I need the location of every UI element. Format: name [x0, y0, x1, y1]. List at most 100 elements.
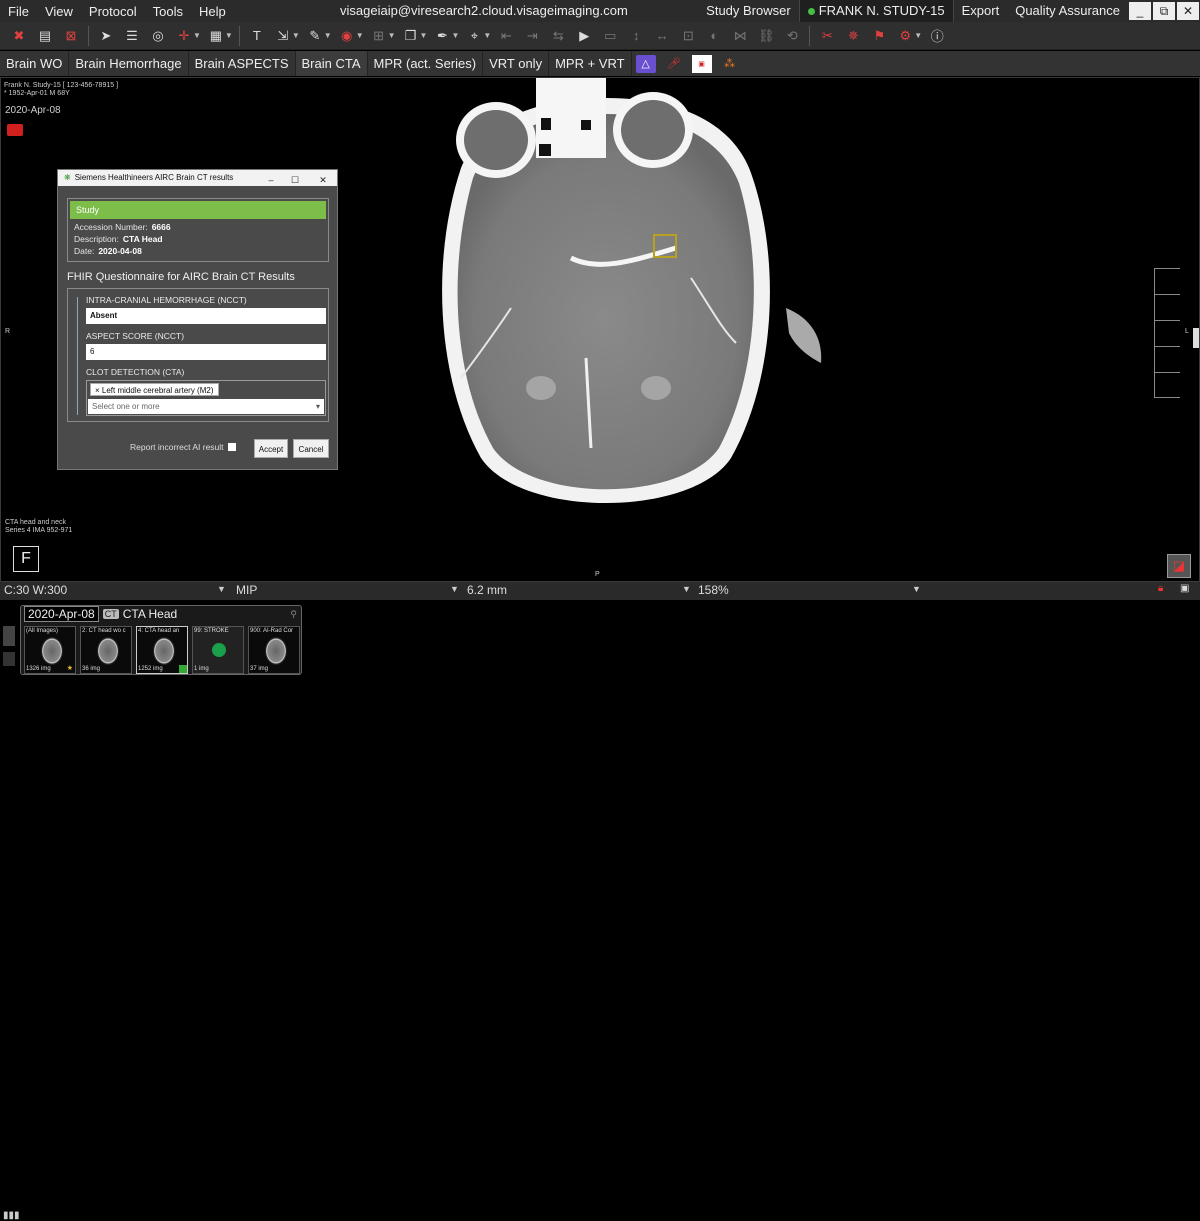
grid-icon[interactable]: ⊞ — [370, 27, 388, 45]
report-incorrect-checkbox[interactable] — [227, 443, 236, 451]
mip-icon[interactable]: ▭ — [601, 27, 619, 45]
play-icon[interactable]: ▶ — [575, 27, 593, 45]
chevron-down-icon[interactable]: ▼ — [356, 31, 364, 40]
tab-quality-assurance[interactable]: Quality Assurance — [1007, 0, 1128, 22]
layout-icon[interactable]: ▦ — [207, 27, 225, 45]
radlogics-icon[interactable]: ▣ — [691, 54, 712, 73]
hemorrhage-field[interactable]: Absent — [86, 308, 326, 324]
thumbnail-series-2[interactable]: 2: CT head wo c 36 img — [80, 626, 132, 674]
dialog-maximize-button[interactable]: ☐ — [286, 172, 304, 188]
strip-pointer-icon[interactable] — [3, 626, 15, 646]
share-icon[interactable]: ⚙ — [896, 27, 914, 45]
menu-tools[interactable]: Tools — [145, 4, 191, 19]
invert-icon[interactable]: ◐ — [705, 27, 723, 45]
thumbnail-all-images[interactable]: (All Images) 1326 img ★ — [24, 626, 76, 674]
accept-button[interactable]: Accept — [254, 439, 288, 458]
snapshot-icon[interactable]: ◪ — [1167, 554, 1191, 578]
key-image-icon[interactable]: ✵ — [844, 27, 862, 45]
stack-icon[interactable]: ☰ — [123, 27, 141, 45]
reset-icon[interactable]: ⟲ — [783, 27, 801, 45]
info-icon[interactable]: ⓘ — [928, 27, 946, 45]
thumbnail-series-99[interactable]: 99: STROKE 1 img — [192, 626, 244, 674]
rotate-icon[interactable]: ◎ — [149, 27, 167, 45]
chevron-down-icon[interactable]: ▼ — [292, 31, 300, 40]
chevron-down-icon[interactable]: ▼ — [451, 31, 459, 40]
redo-icon[interactable]: ⇥ — [523, 27, 541, 45]
pin-icon[interactable]: ⚲ — [290, 609, 297, 620]
dialog-close-button[interactable]: ✕ — [314, 172, 332, 188]
filter-icon[interactable]: ⋈ — [731, 27, 749, 45]
protocol-brain-cta[interactable]: Brain CTA — [295, 51, 368, 76]
scroll-handle[interactable] — [1193, 328, 1199, 348]
restore-button[interactable]: ⧉ — [1153, 2, 1175, 20]
chip-remove-icon[interactable]: × — [95, 386, 102, 395]
chevron-down-icon[interactable]: ▼ — [483, 31, 491, 40]
render-mode[interactable]: MIP — [236, 583, 257, 597]
chevron-down-icon[interactable]: ▼ — [225, 31, 233, 40]
ai-triangle-icon[interactable]: △ — [635, 54, 656, 73]
pen-icon[interactable]: ✒ — [433, 27, 451, 45]
chevron-down-icon[interactable]: ▼ — [914, 31, 922, 40]
dialog-minimize-button[interactable]: – — [262, 172, 280, 188]
crosshair-icon[interactable]: ✛ — [175, 27, 193, 45]
chevron-down-icon[interactable]: ▼ — [450, 584, 459, 594]
protocol-brain-wo[interactable]: Brain WO — [0, 51, 70, 76]
chevron-down-icon[interactable]: ▼ — [217, 584, 226, 594]
chevron-down-icon[interactable]: ▼ — [912, 584, 921, 594]
protocol-mpr-vrt[interactable]: MPR + VRT — [549, 51, 632, 76]
protocol-brain-aspects[interactable]: Brain ASPECTS — [189, 51, 296, 76]
chevron-down-icon[interactable]: ▼ — [388, 31, 396, 40]
clone-icon[interactable]: ❐ — [402, 27, 420, 45]
roi-icon[interactable]: ✎ — [306, 27, 324, 45]
expand-icon[interactable]: ▣ — [1180, 583, 1189, 594]
image-viewport[interactable]: Frank N. Study-15 [ 123-456-78915 ] * 19… — [0, 77, 1200, 582]
strip-menu-icon[interactable]: ▮▮▮ — [3, 1210, 20, 1221]
link-icon[interactable]: ⛓ — [757, 27, 775, 45]
lock-icon[interactable]: 🔒︎ — [1158, 583, 1163, 594]
sync-icon[interactable]: ⇆ — [549, 27, 567, 45]
tab-patient-study[interactable]: FRANK N. STUDY-15 — [798, 0, 954, 22]
camera-icon[interactable]: ◉ — [338, 27, 356, 45]
folder-icon[interactable] — [7, 124, 23, 136]
menu-help[interactable]: Help — [191, 4, 234, 19]
pointer-icon[interactable]: ➤ — [97, 27, 115, 45]
tab-study-browser[interactable]: Study Browser — [698, 0, 799, 22]
close-all-icon[interactable]: ▤ — [36, 27, 54, 45]
siemens-healthineers-icon[interactable]: ⁂ — [720, 55, 740, 73]
flip-v-icon[interactable]: ↕ — [627, 27, 645, 45]
window-level[interactable]: C:30 W:300 — [4, 583, 67, 597]
minimize-button[interactable]: _ — [1129, 2, 1151, 20]
menu-protocol[interactable]: Protocol — [81, 4, 145, 19]
close-button[interactable]: ✕ — [1177, 2, 1199, 20]
menu-file[interactable]: File — [0, 4, 37, 19]
protocol-brain-hemorrhage[interactable]: Brain Hemorrhage — [69, 51, 189, 76]
zoom-level[interactable]: 158% — [698, 583, 729, 597]
measure-icon[interactable]: ⇲ — [274, 27, 292, 45]
tab-export[interactable]: Export — [954, 0, 1008, 22]
close-study-icon[interactable]: ✖ — [10, 27, 28, 45]
report-icon[interactable]: ⚑ — [870, 27, 888, 45]
chevron-down-icon[interactable]: ▼ — [324, 31, 332, 40]
flip-h-icon[interactable]: ↔ — [653, 27, 671, 45]
phf-icon[interactable]: ⊡ — [679, 27, 697, 45]
chevron-down-icon[interactable]: ▼ — [682, 584, 691, 594]
annotation-hide-icon[interactable]: ✂ — [818, 27, 836, 45]
clot-detection-multiselect[interactable]: × Left middle cerebral artery (M2) Selec… — [86, 380, 326, 416]
aspect-score-field[interactable]: 6 — [86, 344, 326, 360]
text-annotation-icon[interactable]: T — [248, 27, 266, 45]
strip-scroll-icon[interactable] — [3, 652, 15, 666]
slab-thickness[interactable]: 6.2 mm — [467, 583, 507, 597]
clot-select[interactable]: Select one or more ▾ — [88, 399, 324, 414]
cancel-button[interactable]: Cancel — [293, 439, 329, 458]
delete-icon[interactable]: ⊠ — [62, 27, 80, 45]
thumbnail-series-900[interactable]: 900: AI-Rad Cor 37 img — [248, 626, 300, 674]
microphone-icon[interactable]: 🎤︎ — [664, 55, 684, 73]
chevron-down-icon[interactable]: ▼ — [420, 31, 428, 40]
protocol-vrt-only[interactable]: VRT only — [483, 51, 550, 76]
chevron-down-icon[interactable]: ▼ — [193, 31, 201, 40]
menu-view[interactable]: View — [37, 4, 81, 19]
thumbnail-series-4[interactable]: 4: CTA head an 1252 img — [136, 626, 188, 674]
probe-icon[interactable]: ⌖ — [465, 27, 483, 45]
protocol-mpr-act-series[interactable]: MPR (act. Series) — [368, 51, 484, 76]
undo-icon[interactable]: ⇤ — [497, 27, 515, 45]
